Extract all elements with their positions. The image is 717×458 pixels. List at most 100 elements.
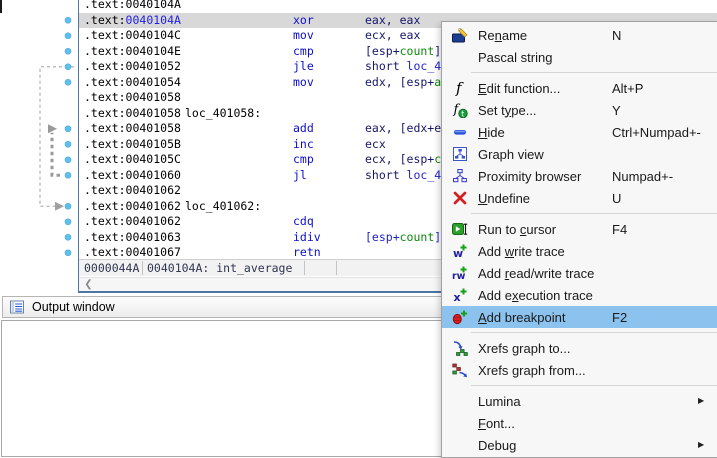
menu-item-label: Add read/write trace (478, 266, 594, 281)
line-address: .text:0040104A (84, 0, 181, 13)
menu-item-add-rw-trace[interactable]: rw Add read/write trace (442, 262, 717, 284)
add-breakpoint-icon (442, 309, 478, 325)
disassembly-line[interactable]: .text:0040104A (79, 0, 717, 13)
line-address: .text:00401062 (84, 199, 181, 215)
svg-text:t: t (461, 109, 464, 118)
menu-item-label: Add breakpoint (478, 310, 565, 325)
line-address: .text:00401052 (84, 59, 181, 75)
hide-icon (442, 124, 478, 140)
mnemonic: cmp (293, 152, 314, 168)
menu-separator (442, 381, 717, 390)
line-address: .text:0040104C (84, 28, 181, 44)
output-window-icon (9, 299, 25, 315)
menu-separator (442, 68, 717, 77)
menu-item-label: Edit function... (478, 81, 560, 96)
proximity-browser-icon (442, 168, 478, 184)
menu-item-run-to-cursor[interactable]: Run to cursor F4 (442, 218, 717, 240)
menu-item-set-type[interactable]: f tSet type...Y (442, 99, 717, 121)
code-label: loc_401058: (185, 106, 261, 122)
menu-item-shortcut: Ctrl+Numpad+- (612, 125, 701, 140)
menu-item-xrefs-graph-from[interactable]: Xrefs graph from... (442, 359, 717, 381)
line-address: .text:00401058 (84, 121, 181, 137)
menu-item-font[interactable]: Font... (442, 412, 717, 434)
line-address: .text:00401060 (84, 168, 181, 184)
menu-item-undefine[interactable]: Undefine U (442, 187, 717, 209)
operands: ecx, eax (365, 28, 420, 44)
menu-item-lumina[interactable]: Lumina ▶ (442, 390, 717, 412)
menu-item-label: Add execution trace (478, 288, 593, 303)
mnemonic: add (293, 121, 314, 137)
set-type-icon: f t (442, 102, 478, 118)
add-write-trace-icon: w (442, 243, 478, 259)
menu-separator (442, 209, 717, 218)
menu-item-shortcut: N (612, 28, 621, 43)
menu-item-label: Xrefs graph to... (478, 341, 571, 356)
menu-item-add-breakpoint[interactable]: Add breakpointF2 (442, 306, 717, 328)
undefine-icon (442, 190, 478, 206)
mnemonic: xor (293, 13, 314, 29)
menu-item-pascal-string[interactable]: Pascal string (442, 46, 717, 68)
submenu-arrow-icon: ▶ (698, 396, 704, 405)
line-address: .text:0040105C (84, 152, 181, 168)
menu-item-label: Hide (478, 125, 505, 140)
menu-item-edit-function[interactable]: fEdit function...Alt+P (442, 77, 717, 99)
mnemonic: jle (293, 59, 314, 75)
menu-item-label: Rename (478, 28, 527, 43)
svg-text:f: f (455, 80, 464, 96)
mnemonic: inc (293, 137, 314, 153)
line-address: .text:0040105B (84, 137, 181, 153)
menu-item-label: Xrefs graph from... (478, 363, 586, 378)
menu-item-label: Run to cursor (478, 222, 556, 237)
mnemonic: idiv (293, 230, 321, 246)
graph-view-icon (442, 146, 478, 162)
edit-function-icon: f (442, 80, 478, 96)
operands: eax, [edx+ec (365, 121, 448, 137)
xrefs-graph-to-icon (442, 340, 478, 356)
mnemonic: cdq (293, 214, 314, 230)
menu-item-label: Undefine (478, 191, 530, 206)
mnemonic: mov (293, 28, 314, 44)
menu-item-add-exec-trace[interactable]: x Add execution trace (442, 284, 717, 306)
menu-icon-placeholder (442, 415, 478, 431)
rename-icon (442, 27, 478, 43)
menu-item-shortcut: F4 (612, 222, 627, 237)
operands: eax, eax (365, 13, 420, 29)
status-address-function: 0040104A: int_average (147, 260, 292, 276)
context-menu: RenameNPascal stringfEdit function...Alt… (441, 21, 717, 458)
scroll-left-icon[interactable]: ❮ (81, 278, 96, 291)
menu-item-rename[interactable]: Rename N (442, 24, 717, 46)
menu-item-xrefs-graph-to[interactable]: Xrefs graph to... (442, 337, 717, 359)
line-address: .text:00401062 (84, 183, 181, 199)
menu-separator (442, 328, 717, 337)
menu-item-add-write-trace[interactable]: w Add write trace (442, 240, 717, 262)
operands: ecx (365, 137, 386, 153)
menu-item-hide[interactable]: Hide Ctrl+Numpad+- (442, 121, 717, 143)
menu-item-shortcut: U (612, 191, 621, 206)
code-label: loc_401062: (185, 199, 261, 215)
add-rw-trace-icon: rw (442, 265, 478, 281)
line-address: .text:00401063 (84, 230, 181, 246)
xrefs-graph-from-icon (442, 362, 478, 378)
menu-item-label: Pascal string (478, 50, 552, 65)
menu-item-label: Set type... (478, 103, 537, 118)
add-exec-trace-icon: x (442, 287, 478, 303)
line-address: .text:00401054 (84, 75, 181, 91)
menu-item-label: Add write trace (478, 244, 565, 259)
disassembly-gutter (0, 0, 78, 293)
menu-item-shortcut: Numpad+- (612, 169, 673, 184)
operands: [esp+count], (365, 44, 448, 60)
line-address: .text:00401058 (84, 90, 181, 106)
line-address: .text:00401058 (84, 106, 181, 122)
menu-item-label: Graph view (478, 147, 544, 162)
jump-arrows-graphic (0, 0, 78, 293)
menu-icon-placeholder (442, 49, 478, 65)
menu-icon-placeholder (442, 437, 478, 453)
menu-item-graph-view[interactable]: Graph view (442, 143, 717, 165)
mnemonic: cmp (293, 44, 314, 60)
run-to-cursor-icon (442, 221, 478, 237)
menu-item-debug[interactable]: Debug▶ (442, 434, 717, 456)
menu-item-label: Lumina (478, 394, 521, 409)
menu-item-label: Font... (478, 416, 515, 431)
line-address: .text:0040104E (84, 44, 181, 60)
menu-item-proximity-browser[interactable]: Proximity browserNumpad+- (442, 165, 717, 187)
